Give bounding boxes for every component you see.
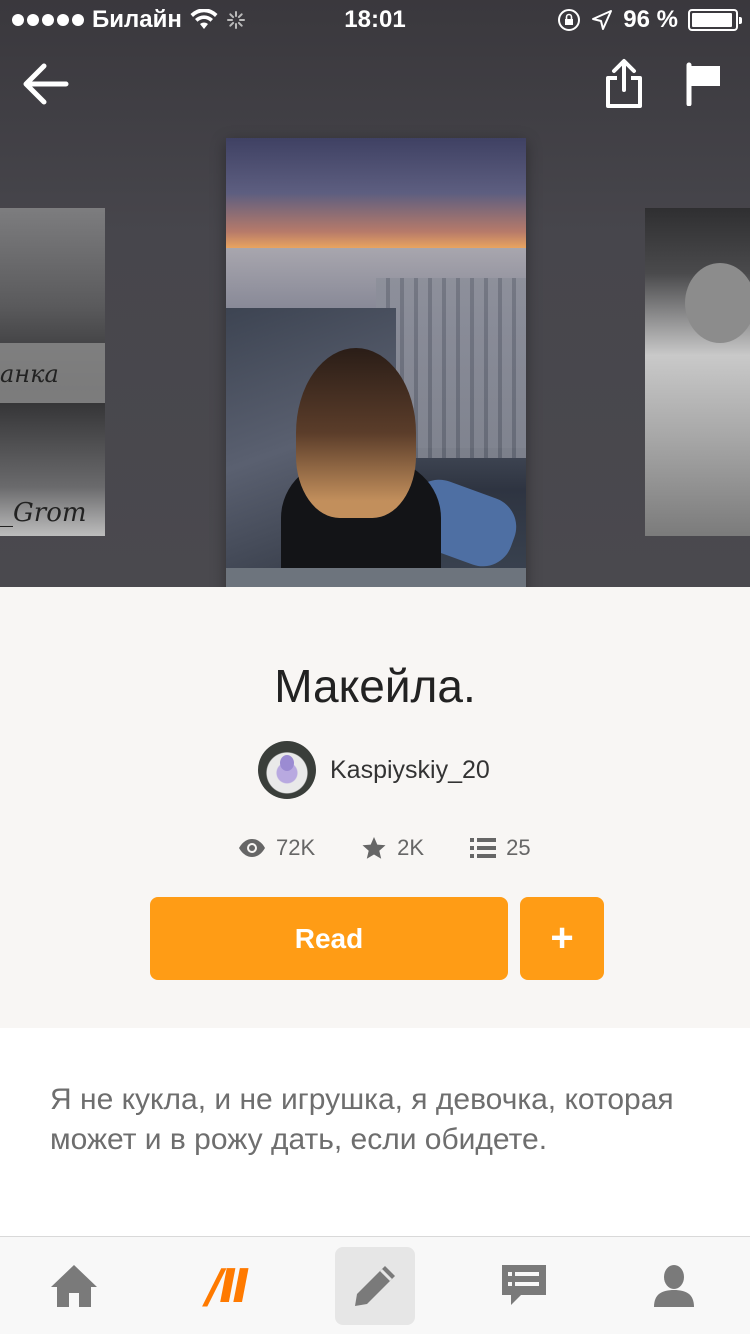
avatar[interactable] <box>258 741 316 799</box>
cover-roof <box>226 568 526 587</box>
story-header: Билайн 18:01 96 % анка _Grom <box>0 0 750 587</box>
cover-next-figure <box>685 263 750 343</box>
cover-next[interactable] <box>645 208 750 536</box>
tab-write[interactable] <box>335 1247 415 1325</box>
votes-stat: 2K <box>361 835 424 861</box>
read-button[interactable]: Read <box>150 897 508 980</box>
flag-icon[interactable] <box>684 62 724 106</box>
tab-profile[interactable] <box>634 1247 714 1325</box>
share-icon[interactable] <box>604 58 644 110</box>
tab-wattpad[interactable]: /II <box>186 1247 266 1325</box>
orientation-lock-icon <box>558 9 581 31</box>
story-info: Макейла. Kaspiyskiy_20 72K 2K 25 Read + <box>0 587 750 1028</box>
cover-figure-hair <box>296 348 416 518</box>
add-to-library-button[interactable]: + <box>520 897 604 980</box>
status-bar: Билайн 18:01 96 % <box>0 0 750 40</box>
tab-bar: /II <box>0 1236 750 1334</box>
author-name[interactable]: Kaspiyskiy_20 <box>330 756 490 785</box>
wattpad-logo: /II <box>206 1259 249 1313</box>
cover-current[interactable] <box>226 138 526 587</box>
votes-count: 2K <box>397 835 425 860</box>
parts-stat: 25 <box>470 835 531 861</box>
home-icon <box>51 1265 97 1307</box>
list-icon <box>470 838 497 858</box>
parts-count: 25 <box>506 835 531 860</box>
battery-percent: 96 % <box>623 6 678 33</box>
star-icon <box>362 837 386 859</box>
author-link[interactable]: Kaspiyskiy_20 <box>258 741 490 799</box>
cover-prev-label: анка <box>0 360 59 388</box>
story-title: Макейла. <box>274 660 476 712</box>
battery-icon <box>688 9 742 31</box>
cover-prev-author: _Grom <box>0 498 87 528</box>
location-icon <box>592 10 613 30</box>
messages-icon <box>502 1265 546 1305</box>
status-right: 96 % <box>557 6 742 34</box>
tab-messages[interactable] <box>484 1247 564 1325</box>
cover-prev[interactable]: анка _Grom <box>0 208 105 536</box>
views-stat: 72K <box>238 835 315 861</box>
back-arrow-icon[interactable] <box>22 60 70 108</box>
eye-icon <box>239 839 265 857</box>
views-count: 72K <box>276 835 316 860</box>
description-text: Я не кукла, и не игрушка, я девочка, кот… <box>50 1083 674 1156</box>
profile-icon <box>654 1265 694 1307</box>
tab-home[interactable] <box>34 1247 114 1325</box>
story-description: Я не кукла, и не игрушка, я девочка, кот… <box>0 1028 750 1236</box>
story-stats: 72K 2K 25 <box>238 835 531 861</box>
cover-sky <box>226 138 526 248</box>
pencil-icon <box>355 1266 395 1306</box>
